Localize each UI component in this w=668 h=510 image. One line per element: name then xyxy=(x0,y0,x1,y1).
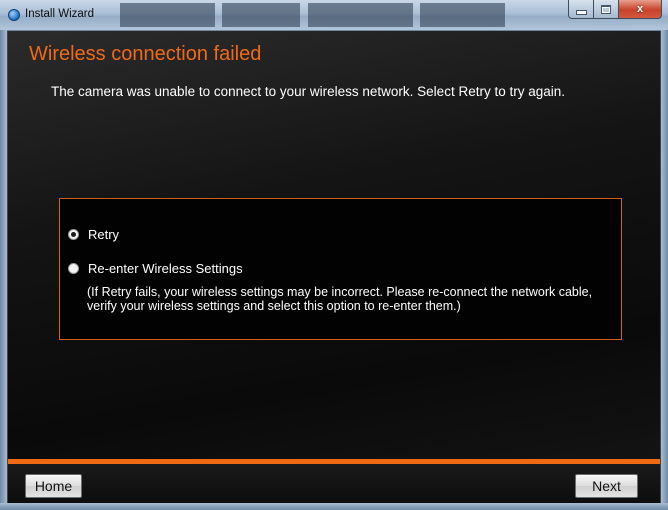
home-button[interactable]: Home xyxy=(25,474,82,498)
title-bar[interactable]: Install Wizard x xyxy=(0,0,668,31)
title-glass-reflection xyxy=(120,3,215,27)
title-glass-reflection xyxy=(308,3,413,27)
footer-bar xyxy=(8,464,660,503)
maximize-icon xyxy=(601,4,611,14)
install-wizard-window: Install Wizard x Wireless connection fai… xyxy=(0,0,668,510)
window-controls: x xyxy=(568,0,662,20)
option-retry[interactable]: Retry xyxy=(68,227,119,242)
next-button[interactable]: Next xyxy=(575,474,638,498)
status-message: The camera was unable to connect to your… xyxy=(51,84,565,99)
option-reenter-description: (If Retry fails, your wireless settings … xyxy=(87,285,593,313)
option-reenter-settings[interactable]: Re-enter Wireless Settings xyxy=(68,261,243,276)
close-icon: x xyxy=(636,3,644,15)
option-reenter-label: Re-enter Wireless Settings xyxy=(88,261,243,276)
maximize-button[interactable] xyxy=(594,0,619,19)
radio-selected-dot xyxy=(71,232,76,237)
wizard-content: Wireless connection failed The camera wa… xyxy=(7,31,661,503)
options-panel: Retry Re-enter Wireless Settings (If Ret… xyxy=(59,198,622,340)
title-glass-reflection xyxy=(420,3,505,27)
window-frame-bottom xyxy=(0,503,668,510)
radio-button-icon[interactable] xyxy=(68,229,79,240)
page-title: Wireless connection failed xyxy=(29,43,262,65)
window-title: Install Wizard xyxy=(25,8,95,20)
globe-icon xyxy=(8,9,20,21)
close-button[interactable]: x xyxy=(619,0,662,19)
minimize-icon xyxy=(575,9,587,15)
minimize-button[interactable] xyxy=(568,0,594,19)
title-glass-reflection xyxy=(222,3,300,27)
window-frame-right xyxy=(661,30,668,510)
window-frame-left xyxy=(0,30,7,510)
radio-button-icon[interactable] xyxy=(68,263,79,274)
option-retry-label: Retry xyxy=(88,227,120,242)
